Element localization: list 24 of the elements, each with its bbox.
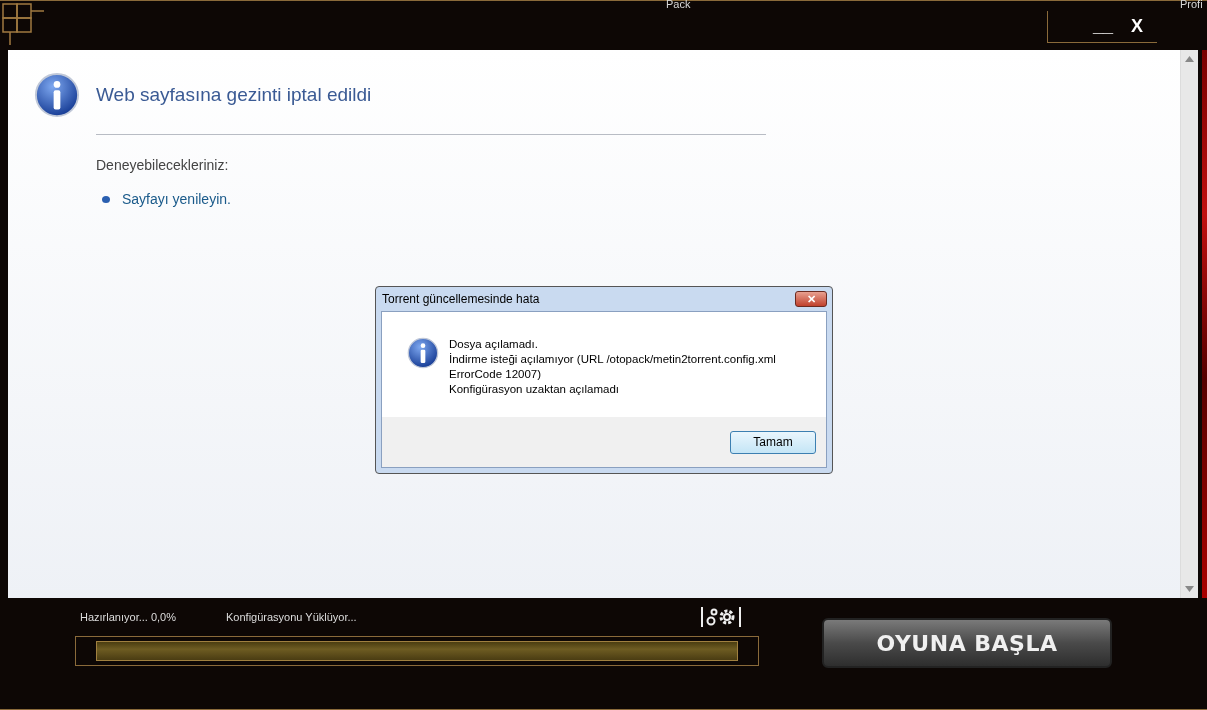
progress-text: Hazırlanıyor... 0,0% xyxy=(80,611,176,623)
message-line: ErrorCode 12007) xyxy=(449,367,543,382)
minimize-button[interactable]: __ xyxy=(1090,16,1115,37)
up-arrow-icon[interactable] xyxy=(1185,56,1194,62)
refresh-link[interactable]: Sayfayı yenileyin. xyxy=(122,191,231,207)
message-line: Konfigürasyon uzaktan açılamadı xyxy=(449,382,621,397)
background-label: Pack xyxy=(666,0,691,10)
ok-button[interactable]: Tamam xyxy=(730,430,816,454)
page-title: Web sayfasına gezinti iptal edildi xyxy=(96,84,372,106)
start-game-button[interactable]: OYUNA BAŞLA xyxy=(822,618,1112,668)
ornament-drawing xyxy=(0,1,46,47)
bullet-icon xyxy=(102,195,110,203)
message-line: İndirme isteği açılamıyor (URL /otopack/metin2torrent.config.xml xyxy=(449,352,776,367)
scrollbar[interactable] xyxy=(1180,50,1198,598)
close-button[interactable]: X xyxy=(1129,16,1145,37)
dialog-title: Torrent güncellemesinde hata xyxy=(381,292,540,306)
background-label: Profi xyxy=(1180,0,1203,10)
info-icon xyxy=(34,72,80,118)
suggestions-heading: Deneyebilecekleriniz: xyxy=(96,157,230,173)
status-text: Konfigürasyonu Yüklüyor... xyxy=(226,611,357,623)
info-icon xyxy=(407,337,439,369)
settings-icon[interactable] xyxy=(701,605,741,629)
down-arrow-icon[interactable] xyxy=(1185,586,1194,592)
message-line: Dosya açılamadı. xyxy=(449,337,539,352)
